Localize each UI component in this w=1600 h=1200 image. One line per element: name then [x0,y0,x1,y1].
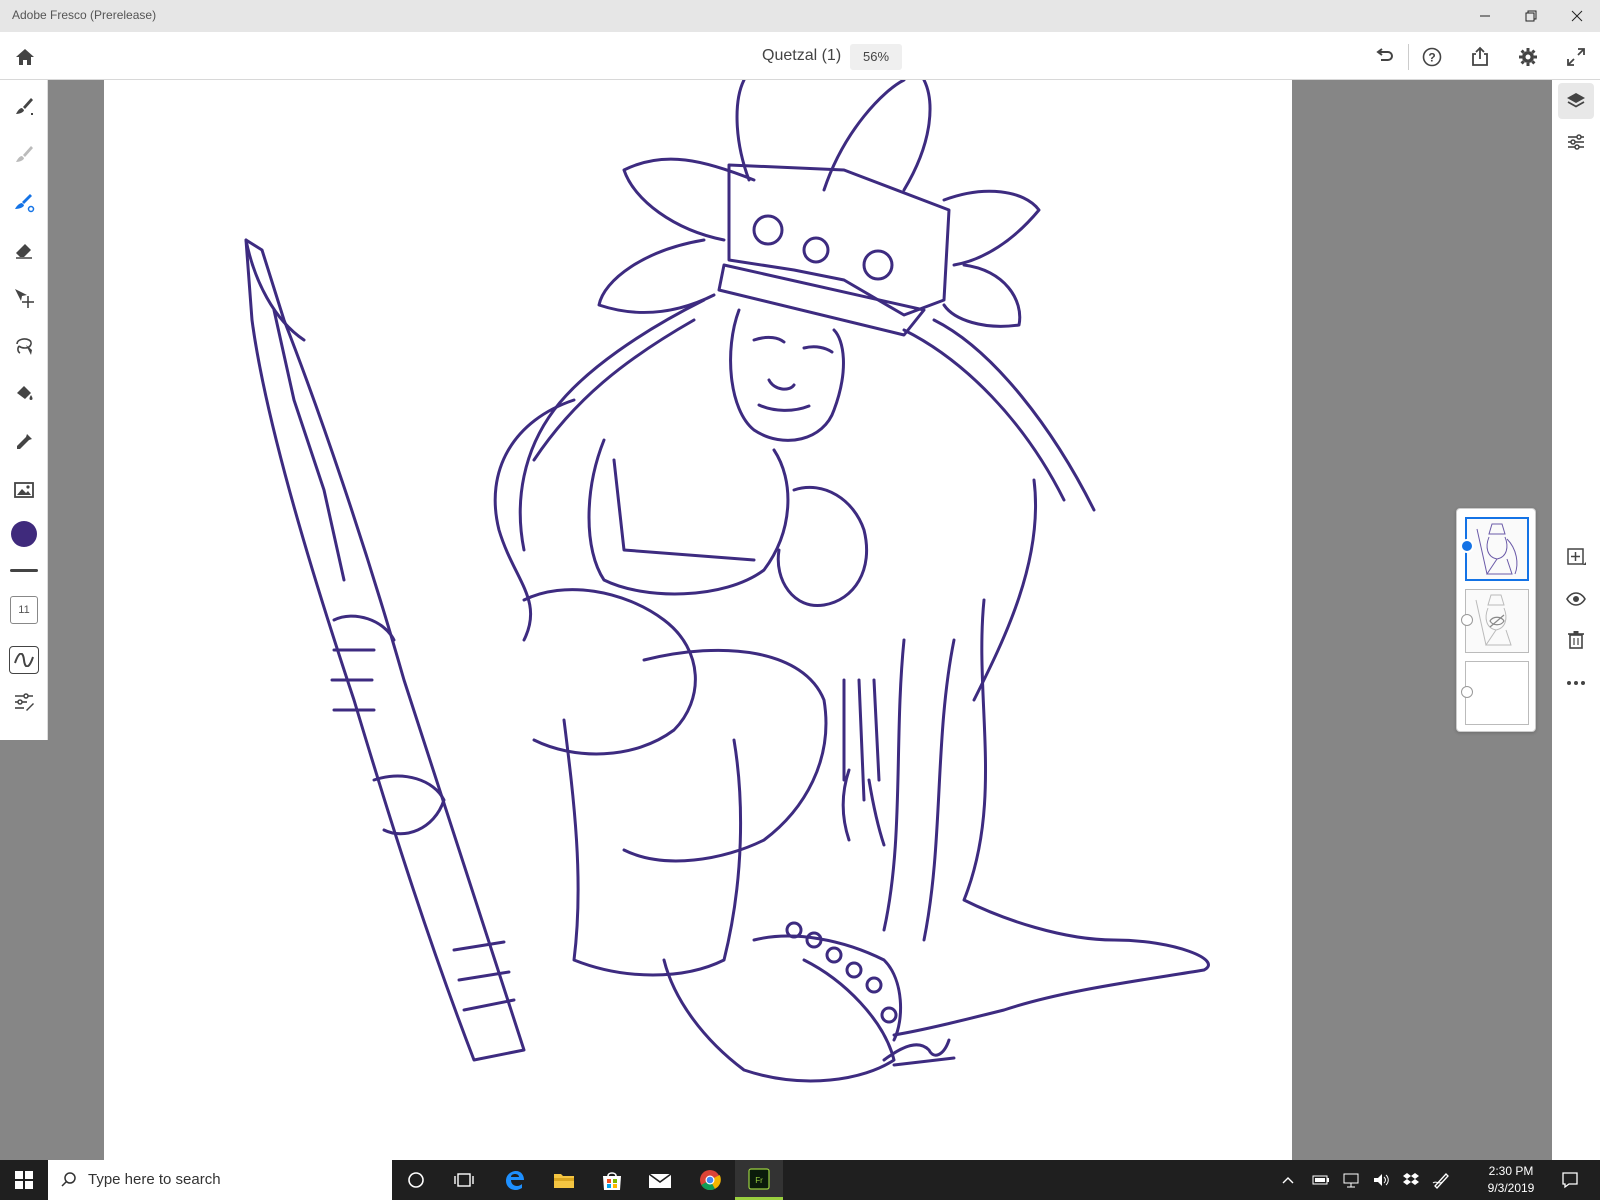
network-icon[interactable] [1336,1160,1366,1200]
vector-layer-icon [1461,614,1473,626]
layer-thumbnail-3[interactable] [1465,661,1529,725]
battery-icon[interactable] [1306,1160,1336,1200]
tray-chevron-icon[interactable] [1276,1160,1300,1200]
eraser-icon[interactable] [6,232,42,268]
layers-icon[interactable] [1558,83,1594,119]
window-titlebar: Adobe Fresco (Prerelease) [0,0,1600,32]
toolbar-divider [1408,44,1409,70]
window-title: Adobe Fresco (Prerelease) [12,8,157,22]
add-layer-icon[interactable] [1558,539,1594,575]
layer-properties-icon[interactable] [1558,124,1594,160]
active-layer-indicator [1460,539,1474,553]
delete-layer-icon[interactable] [1558,622,1594,658]
task-view-icon[interactable] [440,1160,488,1200]
edge-browser-icon[interactable] [490,1160,538,1200]
panel-divider [10,569,38,572]
share-icon[interactable] [1466,43,1494,71]
layer-thumbnail-2[interactable] [1465,589,1529,653]
dropbox-icon[interactable] [1396,1160,1426,1200]
volume-icon[interactable] [1366,1160,1396,1200]
line-art-illustration [244,78,1210,1083]
place-image-icon[interactable] [6,472,42,508]
action-center-icon[interactable] [1550,1160,1590,1200]
help-icon[interactable]: ? [1418,43,1446,71]
settings-gear-icon[interactable] [1514,43,1542,71]
right-toolbar [1552,80,1600,1160]
eyedropper-icon[interactable] [6,424,42,460]
brush-flow-icon[interactable] [9,646,39,674]
visibility-eye-icon[interactable] [1558,581,1594,617]
mail-icon[interactable] [636,1160,684,1200]
search-icon [61,1172,76,1187]
pen-workspace-icon[interactable] [1426,1160,1456,1200]
undo-icon[interactable] [1370,43,1398,71]
lasso-selection-icon[interactable] [6,328,42,364]
cortana-icon[interactable] [392,1160,440,1200]
drawing-canvas[interactable] [104,78,1292,1160]
windows-start-icon[interactable] [0,1160,48,1200]
more-options-icon[interactable] [1558,665,1594,701]
restore-button[interactable] [1508,0,1554,32]
fill-bucket-icon[interactable] [6,376,42,412]
document-title[interactable]: Quetzal (1) [762,47,841,65]
layer-thumbnail-1[interactable] [1465,517,1529,581]
fresco-app-icon[interactable]: Fr [735,1160,783,1200]
taskbar-clock[interactable]: 2:30 PM 9/3/2019 [1480,1163,1542,1197]
taskbar-search-box[interactable]: Type here to search [48,1160,392,1200]
layers-panel [1456,508,1536,732]
brush-color-swatch[interactable] [6,516,42,552]
background-layer-icon [1461,686,1473,698]
microsoft-store-icon[interactable] [588,1160,636,1200]
file-explorer-icon[interactable] [540,1160,588,1200]
brush-settings-icon[interactable] [6,684,42,720]
home-icon[interactable] [11,43,39,71]
pixel-brush-icon[interactable] [6,88,42,124]
left-toolbar: 11 [0,80,48,740]
clock-date: 9/3/2019 [1487,1181,1535,1195]
close-button[interactable] [1554,0,1600,32]
chrome-browser-icon[interactable] [686,1160,734,1200]
svg-text:?: ? [1428,51,1435,65]
minimize-button[interactable] [1462,0,1508,32]
vector-brush-icon[interactable] [6,184,42,220]
brush-size-field[interactable]: 11 [10,596,38,624]
svg-text:Fr: Fr [755,1176,763,1185]
search-placeholder: Type here to search [88,1171,221,1188]
fullscreen-icon[interactable] [1562,43,1590,71]
clock-time: 2:30 PM [1488,1164,1534,1178]
windows-taskbar: Type here to search Fr 2:30 PM 9/3/2019 [0,1160,1600,1200]
move-transform-icon[interactable] [6,280,42,316]
live-brush-icon[interactable] [6,136,42,172]
zoom-level[interactable]: 56% [850,44,902,70]
